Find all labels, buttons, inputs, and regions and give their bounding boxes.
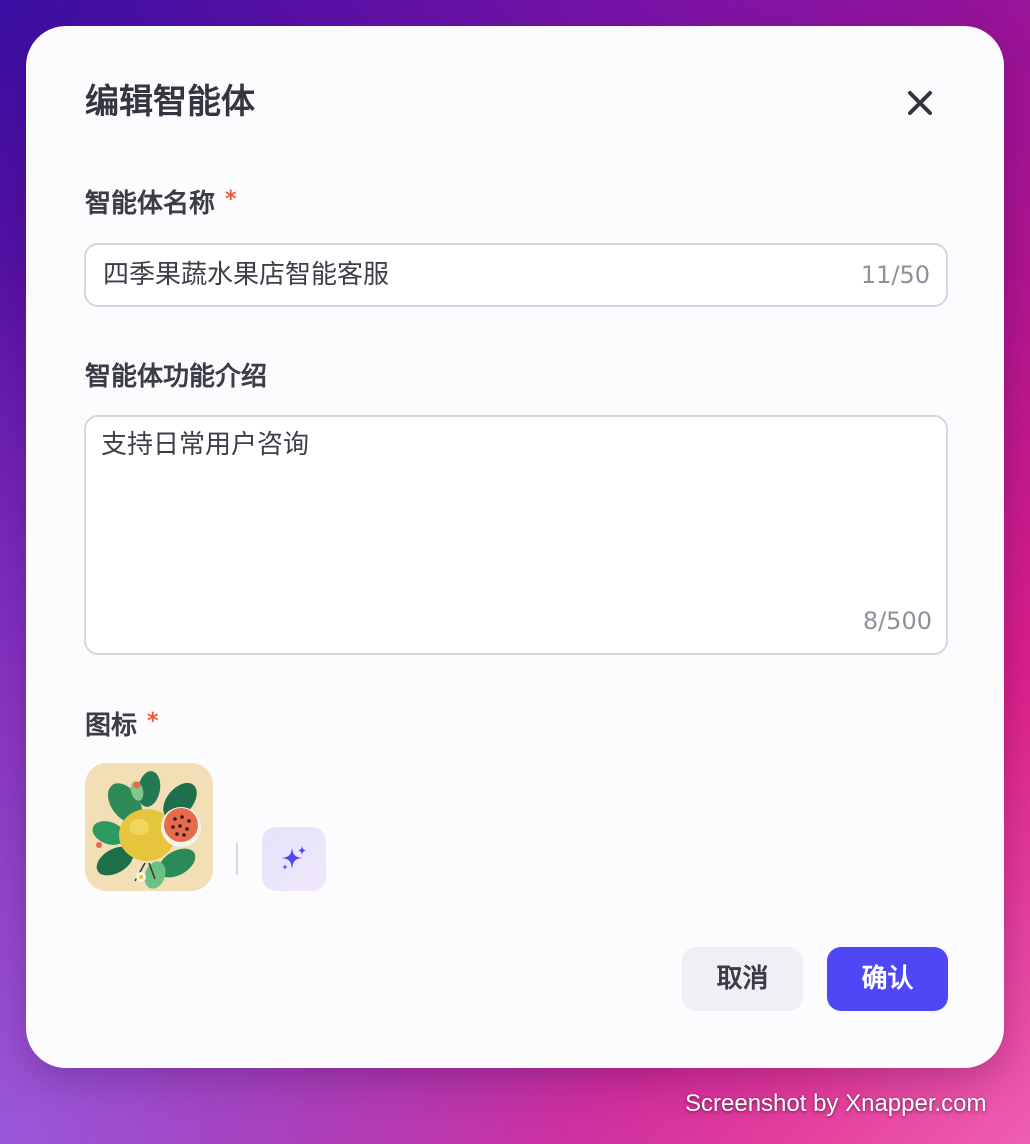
close-button[interactable] bbox=[900, 83, 940, 123]
icon-label-text: 图标 bbox=[85, 711, 138, 741]
description-char-counter: 8/500 bbox=[862, 607, 932, 635]
dialog-title: 编辑智能体 bbox=[85, 82, 255, 122]
name-label: 智能体名称 * bbox=[85, 186, 237, 224]
confirm-button[interactable]: 确认 bbox=[827, 947, 948, 1011]
watermark-text: Screenshot by Xnapper.com bbox=[685, 1090, 987, 1117]
agent-name-value: 四季果蔬水果店智能客服 bbox=[103, 260, 390, 290]
cancel-button[interactable]: 取消 bbox=[682, 947, 803, 1011]
agent-avatar-image[interactable] bbox=[85, 763, 213, 891]
sparkle-icon bbox=[282, 846, 306, 870]
fruit-illustration-icon bbox=[85, 763, 213, 891]
agent-description-textarea[interactable]: 支持日常用户咨询 8/500 bbox=[84, 415, 948, 655]
edit-agent-dialog: 编辑智能体 智能体名称 * 四季果蔬水果店智能客服 11/50 智能体功能介绍 支… bbox=[26, 26, 1004, 1068]
name-char-counter: 11/50 bbox=[860, 261, 930, 289]
close-icon bbox=[908, 91, 932, 115]
agent-description-value: 支持日常用户咨询 bbox=[101, 430, 310, 460]
description-label-text: 智能体功能介绍 bbox=[85, 362, 268, 392]
required-mark: * bbox=[147, 709, 159, 734]
icon-divider bbox=[236, 843, 238, 875]
name-label-text: 智能体名称 bbox=[85, 189, 216, 219]
agent-name-input[interactable]: 四季果蔬水果店智能客服 11/50 bbox=[84, 243, 948, 307]
ai-generate-icon-button[interactable] bbox=[262, 827, 326, 891]
icon-label: 图标 * bbox=[85, 708, 159, 746]
description-label: 智能体功能介绍 bbox=[85, 359, 267, 395]
required-mark: * bbox=[225, 187, 237, 212]
